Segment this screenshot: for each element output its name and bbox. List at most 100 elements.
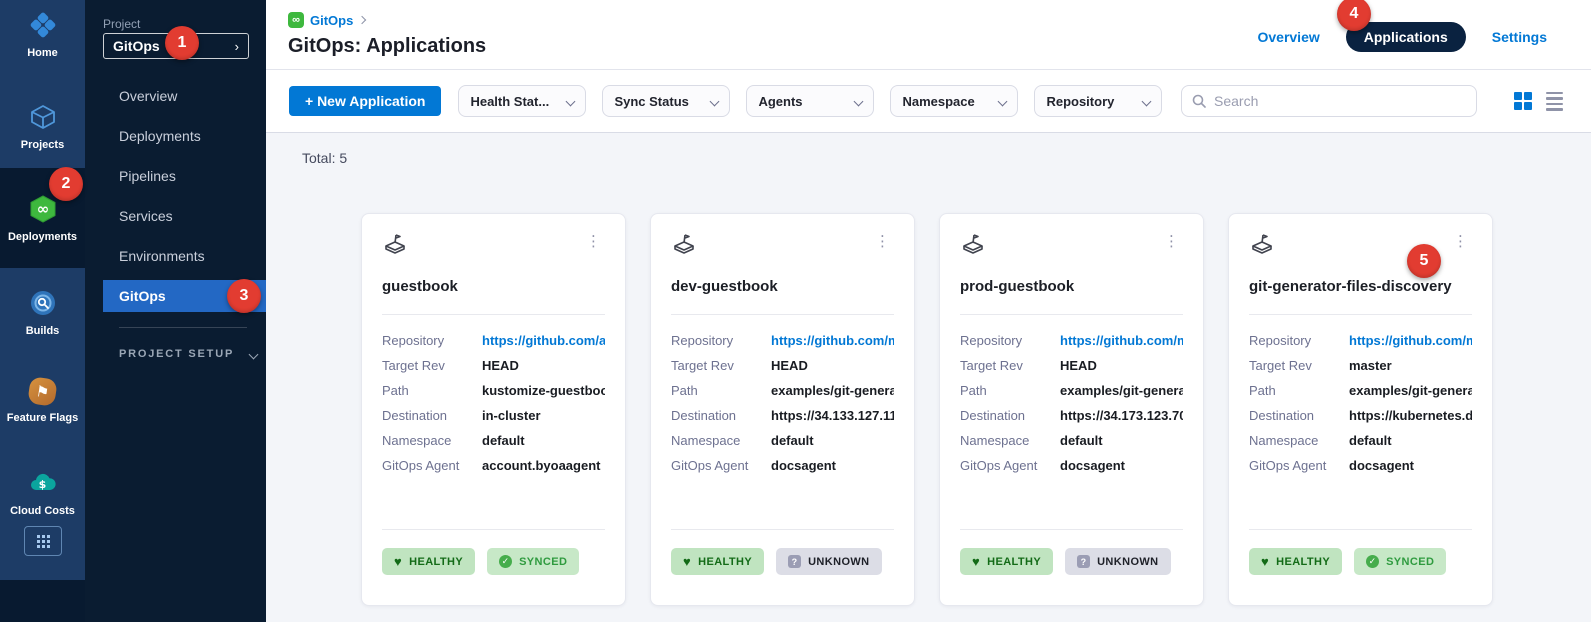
list-view-icon[interactable] [1546,92,1563,111]
filter-repository[interactable]: Repository [1034,85,1162,117]
heart-icon: ♥ [1261,555,1269,568]
detail-row-path: Pathexamples/git-genera... [960,378,1183,403]
rail-bottom-background [0,580,85,622]
sidenav-item-pipelines[interactable]: Pipelines [103,156,266,196]
sidenav-item-deployments[interactable]: Deployments [103,116,266,156]
application-name: git-generator-files-discovery [1249,278,1472,295]
card-divider [382,314,605,315]
rail-item-cloud-costs[interactable]: $ Cloud Costs [0,468,85,517]
card-divider [1249,529,1472,530]
health-status-badge: ♥HEALTHY [382,548,475,575]
filter-agents[interactable]: Agents [746,85,874,117]
rail-item-home[interactable]: Home [0,10,85,59]
gitops-module-icon: ∞ [288,12,304,28]
total-count: Total: 5 [302,150,1591,167]
card-divider [960,314,1183,315]
annotation-badge-3: 3 [227,279,261,313]
filter-sync-status[interactable]: Sync Status [602,85,730,117]
argo-application-icon [382,232,408,258]
question-icon: ? [1077,555,1090,568]
application-details: Repositoryhttps://github.com/m... Target… [1249,328,1472,478]
sidenav-item-environments[interactable]: Environments [103,236,266,276]
project-name: GitOps [113,38,160,54]
deployments-hexagon-icon: ∞ [28,194,58,224]
health-status-badge: ♥HEALTHY [1249,548,1342,575]
detail-row-path: Pathkustomize-guestbook [382,378,605,403]
svg-text:$: $ [38,478,46,491]
application-card-git-generator-files-discovery[interactable]: ⋮ git-generator-files-discovery Reposito… [1228,213,1493,606]
detail-row-namespace: Namespacedefault [1249,428,1472,453]
detail-row-destination: Destinationhttps://34.133.127.118 [671,403,894,428]
question-icon: ? [788,555,801,568]
annotation-badge-1: 1 [165,26,199,60]
sync-status-badge: ✓SYNCED [487,548,579,575]
application-details: Repositoryhttps://github.com/m... Target… [671,328,894,478]
header-tabs: Overview Applications Settings [1257,22,1547,52]
argo-application-icon [960,232,986,258]
rail-item-builds[interactable]: Builds [0,288,85,337]
tab-settings[interactable]: Settings [1492,29,1547,45]
breadcrumb-gitops-link[interactable]: GitOps [310,13,353,28]
detail-row-namespace: Namespacedefault [671,428,894,453]
applications-toolbar: + New Application Health Stat... Sync St… [266,70,1591,133]
chevron-down-icon [998,96,1008,106]
grid-view-icon[interactable] [1514,92,1532,110]
detail-row-target-rev: Target RevHEAD [960,353,1183,378]
annotation-badge-5: 5 [1407,244,1441,278]
project-setup-label: PROJECT SETUP [119,348,234,360]
check-circle-icon: ✓ [499,555,512,568]
chevron-down-icon [710,96,720,106]
repository-link[interactable]: https://github.com/m... [771,333,894,348]
application-cards: ⋮ guestbook Repositoryhttps://github.com… [361,213,1496,606]
detail-row-path: Pathexamples/git-genera... [1249,378,1472,403]
rail-label-cloud-costs: Cloud Costs [10,505,75,517]
detail-row-gitops-agent: GitOps Agentaccount.byoaagent [382,453,605,478]
project-setup-toggle[interactable]: PROJECT SETUP [119,348,257,360]
rail-item-feature-flags[interactable]: ⚑ Feature Flags [0,378,85,424]
card-divider [960,529,1183,530]
chevron-right-icon [358,16,366,24]
card-divider [671,529,894,530]
filter-namespace[interactable]: Namespace [890,85,1018,117]
detail-row-repository: Repositoryhttps://github.com/m... [1249,328,1472,353]
rail-label-projects: Projects [21,139,64,151]
filter-health-status[interactable]: Health Stat... [458,85,586,117]
search-input[interactable] [1214,93,1466,109]
detail-row-repository: Repositoryhttps://github.com/m... [671,328,894,353]
heart-icon: ♥ [394,555,402,568]
apps-grid-button[interactable] [24,526,62,556]
kebab-menu-icon[interactable]: ⋮ [1449,232,1472,251]
new-application-button[interactable]: + New Application [289,86,441,116]
card-divider [382,529,605,530]
rail-item-projects[interactable]: Projects [0,102,85,151]
repository-link[interactable]: https://github.com/a... [482,333,605,348]
card-divider [1249,314,1472,315]
detail-row-gitops-agent: GitOps Agentdocsagent [671,453,894,478]
application-card-guestbook[interactable]: ⋮ guestbook Repositoryhttps://github.com… [361,213,626,606]
kebab-menu-icon[interactable]: ⋮ [871,232,894,251]
detail-row-destination: Destinationhttps://kubernetes.d... [1249,403,1472,428]
sync-status-badge: ?UNKNOWN [1065,548,1170,575]
detail-row-namespace: Namespacedefault [382,428,605,453]
chevron-right-icon: › [235,39,239,54]
rail-label-deployments: Deployments [8,231,77,243]
detail-row-gitops-agent: GitOps Agentdocsagent [960,453,1183,478]
kebab-menu-icon[interactable]: ⋮ [1160,232,1183,251]
card-divider [671,314,894,315]
sidenav-item-services[interactable]: Services [103,196,266,236]
tab-overview[interactable]: Overview [1257,29,1319,45]
application-details: Repositoryhttps://github.com/a... Target… [382,328,605,478]
repository-link[interactable]: https://github.com/m... [1060,333,1183,348]
chevron-down-icon [1142,96,1152,106]
rail-label-home: Home [27,47,58,59]
builds-icon [28,288,58,318]
repository-link[interactable]: https://github.com/m... [1349,333,1472,348]
check-circle-icon: ✓ [1366,555,1379,568]
sidenav-item-overview[interactable]: Overview [103,76,266,116]
application-card-dev-guestbook[interactable]: ⋮ dev-guestbook Repositoryhttps://github… [650,213,915,606]
rail-item-deployments[interactable]: ∞ Deployments [0,194,85,243]
health-status-badge: ♥HEALTHY [960,548,1053,575]
detail-row-repository: Repositoryhttps://github.com/m... [960,328,1183,353]
kebab-menu-icon[interactable]: ⋮ [582,232,605,251]
application-card-prod-guestbook[interactable]: ⋮ prod-guestbook Repositoryhttps://githu… [939,213,1204,606]
